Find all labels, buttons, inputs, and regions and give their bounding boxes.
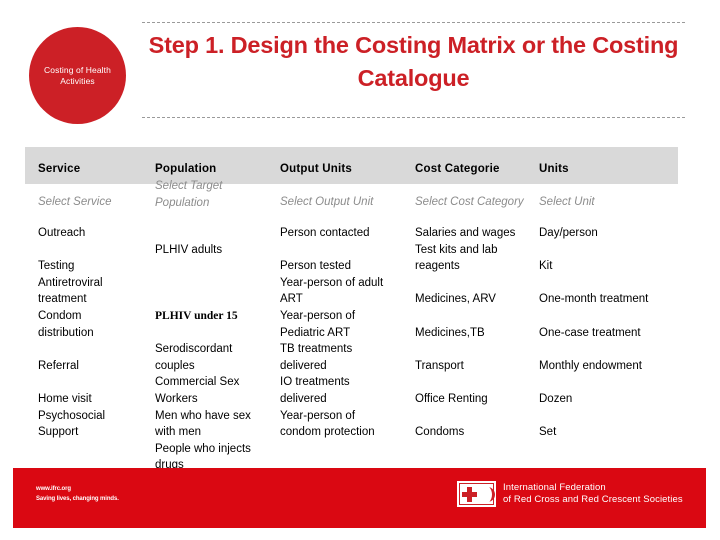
column-header-cost-categorie: Cost Categorie — [415, 163, 500, 175]
column-header-output-units: Output Units — [280, 163, 353, 175]
slide-header: Costing of Health Activities Step 1. Des… — [0, 0, 720, 135]
output-units-cell-list: Person contacted Person tested Year-pers… — [280, 227, 384, 439]
title-divider-bottom — [142, 117, 685, 118]
select-unit-hint[interactable]: Select Unit — [539, 194, 679, 211]
footer-tagline: www.ifrc.org Saving lives, changing mind… — [36, 484, 119, 504]
select-service-hint[interactable]: Select Service — [38, 194, 150, 211]
badge-label: Costing of Health Activities — [44, 64, 111, 86]
column-header-service: Service — [38, 163, 81, 175]
red-cross-horizontal-bar — [462, 492, 477, 497]
column-header-units: Units — [539, 163, 569, 175]
column-header-population: Population — [155, 163, 217, 175]
units-cell-list: Day/person Kit One-month treatment One-c… — [539, 227, 649, 439]
population-cell-list: PLHIV adults PLHIV under 15 Serodiscorda… — [155, 225, 275, 507]
ifrc-wordmark-line2: of Red Cross and Red Crescent Societies — [503, 494, 683, 505]
footer-bar: www.ifrc.org Saving lives, changing mind… — [13, 468, 706, 528]
ifrc-wordmark-line1: International Federation — [503, 481, 606, 493]
select-output-unit-hint[interactable]: Select Output Unit — [280, 194, 410, 211]
select-population-hint[interactable]: Select Target Population — [155, 178, 275, 211]
page-title: Step 1. Design the Costing Matrix or the… — [148, 32, 679, 91]
population-emphasised-item: PLHIV under 15 — [155, 309, 238, 322]
service-cell-list: Outreach Testing Antiretroviral treatmen… — [38, 227, 106, 439]
red-cross-red-crescent-icon — [457, 481, 496, 507]
select-cost-category-hint[interactable]: Select Cost Category — [415, 194, 533, 211]
ifrc-logo: International Federation of Red Cross an… — [457, 481, 683, 507]
red-crescent-cutout — [477, 485, 492, 504]
footer-slogan: Saving lives, changing minds. — [36, 496, 119, 502]
title-divider-top — [142, 22, 685, 23]
cost-categorie-cell-list: Salaries and wages Test kits and lab rea… — [415, 227, 516, 439]
footer-url[interactable]: www.ifrc.org — [36, 484, 119, 494]
population-first-item: PLHIV adults — [155, 243, 223, 256]
costing-of-health-activities-badge: Costing of Health Activities — [29, 27, 126, 124]
ifrc-wordmark: International Federation of Red Cross an… — [503, 482, 683, 507]
